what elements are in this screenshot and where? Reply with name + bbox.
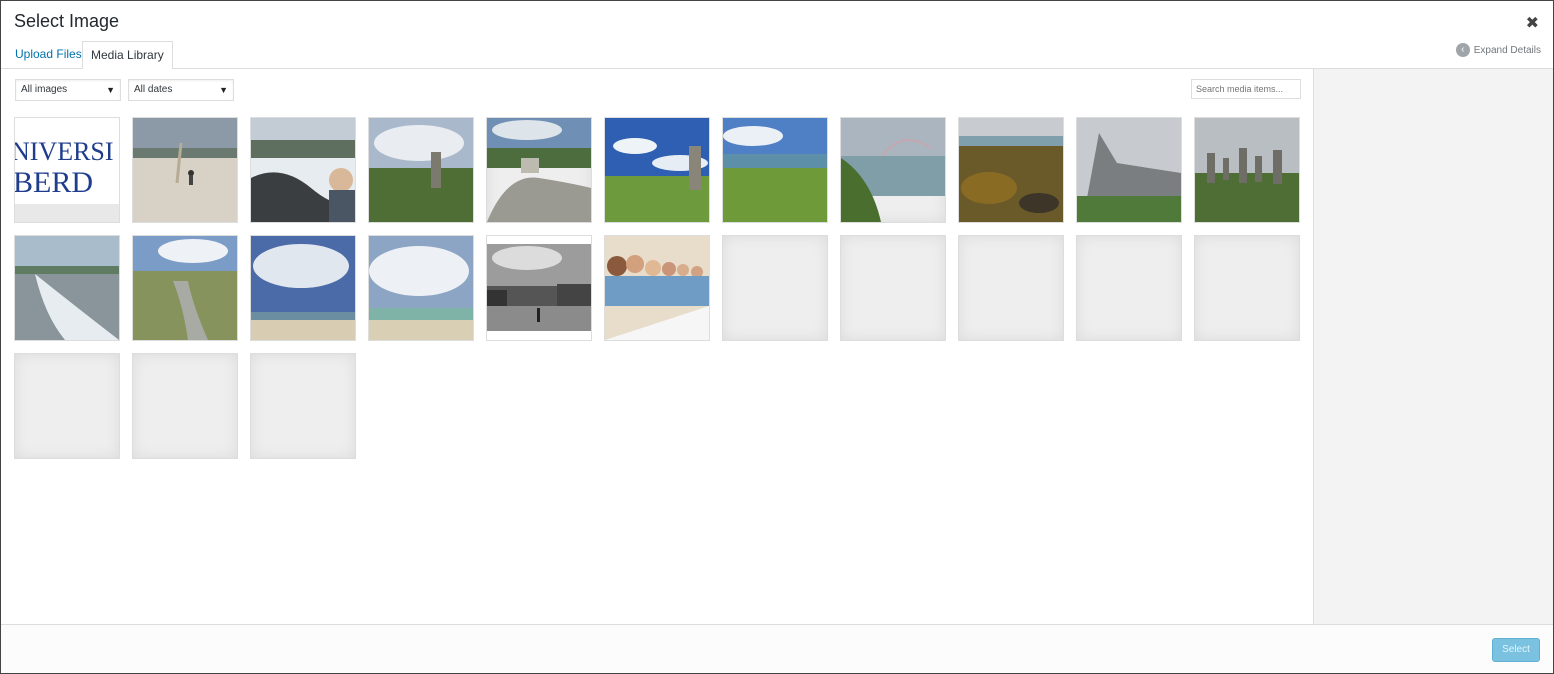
modal-title: Select Image [14,11,120,31]
media-thumbnail-beach-person-walking[interactable] [132,117,238,223]
media-thumbnail-town-street-bw[interactable] [486,235,592,341]
router-tabs: Upload Files Media Library [1,41,1553,70]
thumbnail-image [1195,118,1299,222]
thumbnail-image [369,118,473,222]
search-media-input[interactable] [1191,79,1301,99]
media-thumbnail-waves-rocks-child[interactable] [250,117,356,223]
thumbnail-image [723,118,827,222]
dropdown-arrow-icon: ▼ [106,85,115,95]
thumbnail-image [369,236,473,340]
close-icon[interactable]: ✖ [1526,13,1539,33]
media-thumbnail-standing-stone-sky[interactable] [368,117,474,223]
tab-media-library[interactable]: Media Library [82,41,173,70]
thumbnail-image [841,118,945,222]
media-thumbnail-coast-grass[interactable] [722,117,828,223]
thumbnail-image [487,118,591,222]
expand-details-toggle[interactable]: ‹ Expand Details [1455,43,1541,57]
thumbnail-image: NIVERSIBERD [15,118,119,222]
media-thumbnail-seaweed-rocks[interactable] [958,117,1064,223]
media-thumbnail-placeholder[interactable] [1076,235,1182,341]
expand-details-label: Expand Details [1473,44,1541,56]
media-thumbnail-beach-clouds[interactable] [250,235,356,341]
details-sidebar [1313,69,1553,624]
thumbnail-image [605,236,709,340]
select-image-modal: Select Image ✖ Upload Files Media Librar… [0,0,1554,674]
modal-footer: Select [1,624,1553,673]
filter-type-value: All images [21,84,68,95]
thumbnail-image [487,236,591,340]
media-library-content: All images ▼ All dates ▼ NIVERSIBERD [1,69,1313,624]
filter-date-value: All dates [134,84,173,95]
select-button[interactable]: Select [1492,638,1540,662]
filter-type-select[interactable]: All images ▼ [15,79,121,101]
media-thumbnail-placeholder[interactable] [132,353,238,459]
media-thumbnail-standing-stone-blue-sky[interactable] [604,117,710,223]
media-thumbnail-beach-shore-clouds[interactable] [368,235,474,341]
media-thumbnail-stone-broch[interactable] [1076,117,1182,223]
media-thumbnail-placeholder[interactable] [958,235,1064,341]
dropdown-arrow-icon: ▼ [219,85,228,95]
media-thumbnail-placeholder[interactable] [1194,235,1300,341]
media-thumbnail-placeholder[interactable] [840,235,946,341]
thumbnail-image [251,236,355,340]
media-thumbnail-placeholder[interactable] [14,353,120,459]
chevron-left-circle-icon: ‹ [1455,43,1470,57]
media-thumbnail-standing-stones-circle[interactable] [1194,117,1300,223]
svg-text:BERD: BERD [15,166,93,199]
media-thumbnail-placeholder[interactable] [722,235,828,341]
thumbnail-image [1077,118,1181,222]
thumbnail-image [959,118,1063,222]
filter-date-select[interactable]: All dates ▼ [128,79,234,101]
media-thumbnail-beach-surf[interactable] [14,235,120,341]
media-thumbnail-group-people-smiling[interactable] [604,235,710,341]
thumbnail-image [133,118,237,222]
thumbnail-image [605,118,709,222]
thumbnail-image [133,236,237,340]
thumbnail-image [251,118,355,222]
tab-upload-files[interactable]: Upload Files [7,41,90,69]
svg-text:NIVERSI: NIVERSI [15,137,114,166]
media-thumbnail-placeholder[interactable] [250,353,356,459]
media-thumbnail-university-logo[interactable]: NIVERSI BERD [14,117,120,223]
media-thumbnail-stone-cairn[interactable] [486,117,592,223]
media-thumbnail-bay-rainbow[interactable] [840,117,946,223]
thumbnail-image [15,236,119,340]
media-thumbnail-stream-dunes[interactable] [132,235,238,341]
